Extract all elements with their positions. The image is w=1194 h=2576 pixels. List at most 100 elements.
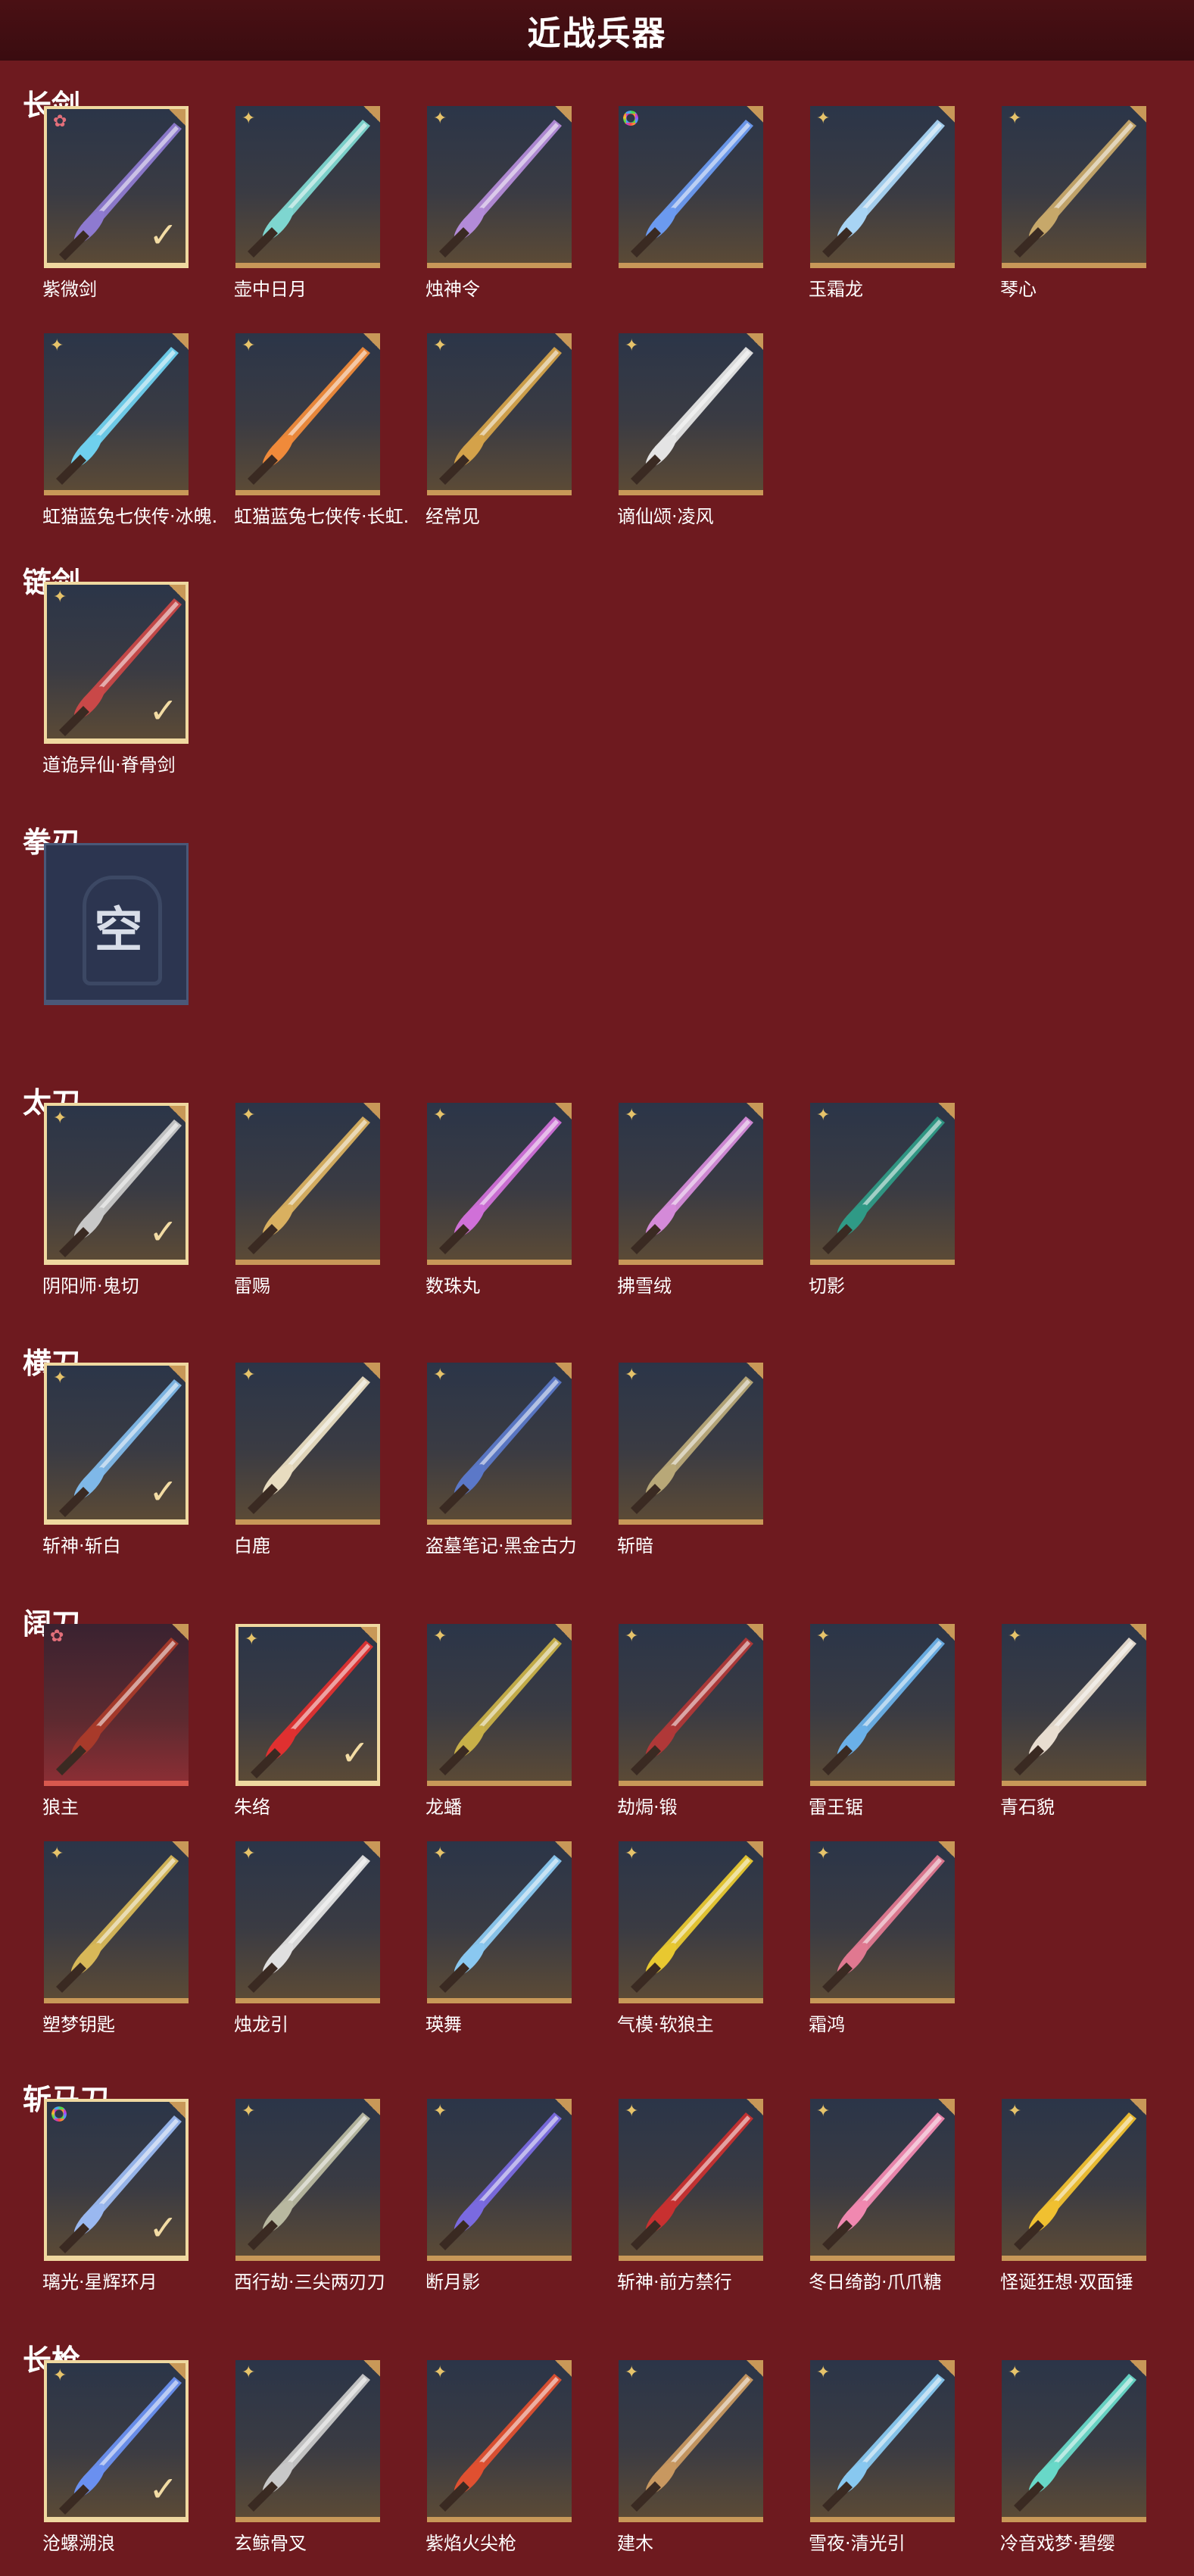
weapon-card[interactable]: ✦ 斩神·前方禁行 [617,2099,763,2293]
corner-tab-icon [360,1627,377,1644]
rarity-star-icon: ✦ [242,1106,256,1125]
weapon-card[interactable]: ✦ 冷音戏梦·碧缨 [1000,2360,1146,2554]
weapon-name: 斩暗 [617,1535,653,1557]
weapon-name: 拂雪绒 [617,1276,672,1297]
weapon-card[interactable]: ✦ 气模·软狼主 [617,1841,763,2035]
rarity-star-icon: ✦ [242,109,256,128]
weapon-thumbnail: ✦ [810,2099,955,2261]
weapon-name: 虹猫蓝兔七侠传·冰魄. [42,506,218,527]
corner-tab-icon [1130,1624,1146,1641]
weapon-card[interactable]: ✦ 瑛舞 [426,1841,572,2035]
weapon-card[interactable]: ✦ 紫焰火尖枪 [426,2360,572,2554]
page-title: 近战兵器 [0,0,1194,61]
weapon-card[interactable]: ✦ 断月影 [426,2099,572,2293]
weapon-card[interactable]: ✦ 壶中日月 [234,106,380,300]
corner-tab-icon [747,1841,763,1858]
weapon-thumbnail: ✦ [810,2360,955,2522]
weapon-card[interactable]: ✦ 雷王锯 [809,1624,955,1818]
weapon-thumbnail: ✿ [44,1624,189,1786]
weapon-card[interactable]: ✦ ✓ 斩神·斩白 [42,1363,189,1557]
rainbow-ring-icon [623,111,638,126]
weapon-card[interactable]: ✦ 青石貌 [1000,1624,1146,1818]
rarity-star-icon: ✦ [816,1106,831,1125]
weapon-card[interactable]: ✦ ✓ 阴阳师·鬼切 [42,1103,189,1297]
corner-tab-icon [363,333,380,350]
weapon-card[interactable]: ✦ 劫焗·锻 [617,1624,763,1818]
weapon-thumbnail: ✦ [235,2360,380,2522]
corner-tab-icon [363,106,380,123]
weapon-card[interactable]: ✦ 虹猫蓝兔七侠传·冰魄. [42,333,217,527]
weapon-card[interactable]: ✦ 谪仙颂·凌风 [617,333,763,527]
weapon-icon [1014,120,1136,258]
weapon-thumbnail: ✦ [619,333,763,495]
weapon-card[interactable]: ✓ 璃光·星辉环月 [42,2099,189,2293]
weapon-card[interactable]: ✦ 虹猫蓝兔七侠传·长虹. [234,333,409,527]
rarity-star-icon: ✦ [816,109,831,128]
weapon-icon [822,2112,945,2250]
corner-tab-icon [747,1624,763,1641]
weapon-card[interactable]: ✦ 怪诞狂想·双面锤 [1000,2099,1146,2293]
weapon-name: 朱络 [234,1797,270,1818]
weapon-card[interactable]: ✦ 龙蟠 [426,1624,572,1818]
weapon-icon [439,2374,562,2512]
weapon-card[interactable]: ✦ 切影 [809,1103,955,1297]
corner-tab-icon [363,2360,380,2377]
weapon-thumbnail: ✦ [1002,1624,1146,1786]
checkmark-icon: ✓ [148,690,178,731]
weapon-card[interactable]: ✿ ✓ 紫微剑 [42,106,189,300]
corner-tab-icon [169,2363,185,2380]
rarity-star-icon: ✦ [242,1844,256,1863]
weapon-card[interactable]: ✦ 冬日绮韵·爪爪糖 [809,2099,955,2293]
weapon-card[interactable] [619,106,763,273]
weapon-card[interactable]: ✦ 雪夜·清光引 [809,2360,955,2554]
weapon-thumbnail: ✿ ✓ [44,106,189,268]
weapon-card[interactable]: ✦ 斩暗 [617,1363,763,1557]
rarity-star-icon: ✦ [242,1366,256,1385]
weapon-name: 斩神·斩白 [42,1535,121,1557]
weapon-card[interactable]: ✦ 建木 [617,2360,763,2554]
weapon-card[interactable]: ✦ 霜鸿 [809,1841,955,2035]
weapon-card[interactable]: ✦ 玉霜龙 [809,106,955,300]
weapon-thumbnail: ✦ [235,106,380,268]
rarity-star-icon: ✦ [625,2363,639,2382]
corner-tab-icon [363,1841,380,1858]
weapon-thumbnail: ✦ [619,2360,763,2522]
weapon-icon [439,2112,562,2250]
weapon-card[interactable]: ✦ 数珠丸 [426,1103,572,1297]
weapon-icon [631,2112,753,2250]
corner-tab-icon [169,585,185,601]
corner-tab-icon [1130,106,1146,123]
weapon-icon [439,347,562,485]
weapon-card[interactable]: ✿ 狼主 [42,1624,189,1818]
weapon-card[interactable]: ✦ 烛龙引 [234,1841,380,2035]
weapon-card[interactable]: ✦ 白鹿 [234,1363,380,1557]
weapon-card[interactable]: ✦ 烛神令 [426,106,572,300]
weapon-card[interactable]: ✦ ✓ 沧螺溯浪 [42,2360,189,2554]
weapon-icon [56,1855,179,1993]
weapon-thumbnail: ✦ [619,2099,763,2261]
weapon-card[interactable]: ✦ 西行劫·三尖两刃刀 [234,2099,385,2293]
weapon-card[interactable]: ✦ 雷赐 [234,1103,380,1297]
weapon-card[interactable]: ✦ 塑梦钥匙 [42,1841,189,2035]
corner-tab-icon [938,2099,955,2115]
weapon-icon [248,2374,370,2512]
weapon-thumbnail: ✦ [427,1841,572,2003]
weapon-icon [822,1116,945,1254]
weapon-icon [439,1638,562,1775]
weapon-card[interactable]: ✦ 玄鲸骨叉 [234,2360,380,2554]
weapon-icon [248,2112,370,2250]
weapon-name: 壶中日月 [234,279,307,300]
weapon-icon [822,1638,945,1775]
weapon-icon [439,1376,562,1514]
weapon-card[interactable]: ✦ 拂雪绒 [617,1103,763,1297]
weapon-card[interactable]: ✦ ✓ 道诡异仙·脊骨剑 [42,582,189,776]
rarity-star-icon: ✿ [50,1627,64,1646]
weapon-card[interactable]: ✦ 琴心 [1000,106,1146,300]
corner-tab-icon [938,1103,955,1119]
weapon-card[interactable]: ✦ 盗墓笔记·黑金古力 [426,1363,577,1557]
weapon-card[interactable]: ✦ 经常见 [426,333,572,527]
corner-tab-icon [747,2360,763,2377]
weapon-icon [56,1638,179,1775]
weapon-card[interactable]: ✦ ✓ 朱络 [234,1624,380,1818]
empty-slot[interactable]: 空 [44,843,189,1010]
